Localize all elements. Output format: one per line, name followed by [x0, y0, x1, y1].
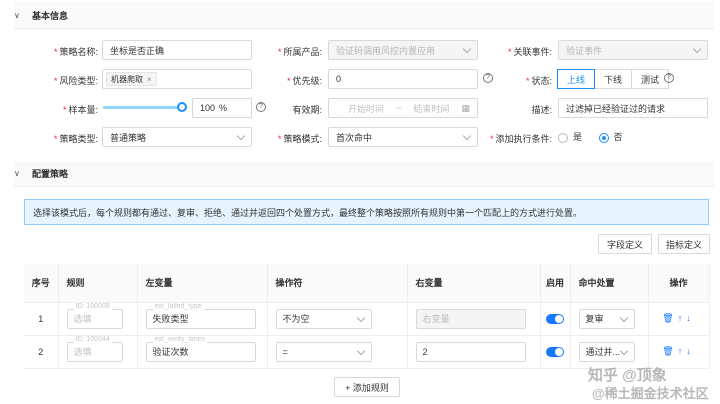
section-title: 配置策略: [32, 169, 69, 179]
col-header-right-var: 右变量: [407, 264, 541, 303]
arrow-down-icon[interactable]: ↓: [686, 313, 691, 323]
validity-range-picker[interactable]: 开始时间 ~ 结束时间 ▦: [328, 98, 478, 118]
col-header-action: 命中处置: [570, 264, 649, 303]
status-segmented[interactable]: 上线 下线 测试: [557, 69, 670, 89]
arrow-up-icon[interactable]: ↑: [678, 313, 683, 323]
calendar-icon: ▦: [461, 102, 470, 113]
chevron-down-icon: ∨: [14, 169, 20, 178]
chevron-down-icon: [619, 313, 628, 322]
hit-action-select[interactable]: 通过并...: [578, 341, 635, 362]
strategy-type-label: * 策略类型:: [53, 134, 98, 144]
chevron-down-icon: [692, 44, 702, 54]
col-header-operator: 操作符: [267, 264, 408, 303]
arrow-up-icon[interactable]: ↑: [678, 346, 683, 356]
col-header-index: 序号: [24, 264, 59, 303]
trash-icon[interactable]: 🗑: [662, 346, 673, 356]
col-header-ops: 操作: [648, 264, 710, 303]
status-label: * 状态:: [525, 76, 552, 86]
field-definition-button[interactable]: 字段定义: [598, 234, 652, 254]
status-offline-option[interactable]: 下线: [594, 69, 633, 89]
rule-input[interactable]: ID: 100044 选填: [66, 335, 123, 362]
condition-label: * 添加执行条件:: [489, 134, 552, 144]
table-row: 1 ID: 100008 选填 ext_failed_type 失败类型 不为空 右…: [24, 302, 710, 336]
strategy-mode-label: * 策略模式:: [277, 134, 322, 144]
radio-yes[interactable]: [558, 132, 568, 143]
radio-no-label: 否: [613, 132, 623, 142]
watermark-zhihu: 知乎 @顶象: [588, 367, 667, 384]
chevron-down-icon: [462, 131, 472, 141]
chevron-down-icon: [619, 346, 628, 355]
left-var-hint: ext_verify_times: [152, 335, 208, 343]
left-var-input[interactable]: ext_failed_type 失败类型: [145, 302, 256, 329]
left-var-input[interactable]: ext_verify_times 验证次数: [145, 335, 256, 362]
col-header-left-var: 左变量: [137, 264, 268, 303]
chevron-down-icon: [462, 44, 472, 54]
radio-no[interactable]: [598, 132, 609, 143]
chevron-down-icon: [236, 131, 246, 141]
priority-label: * 优先级:: [286, 76, 322, 86]
event-select[interactable]: 验证事件: [558, 40, 708, 60]
chevron-down-icon: [356, 313, 365, 322]
section-config-header[interactable]: ∨ 配置策略: [14, 161, 714, 187]
chevron-down-icon: ∨: [14, 11, 20, 20]
col-header-enabled: 启用: [540, 264, 571, 303]
watermark-juejin: @稀土掘金技术社区: [592, 386, 709, 401]
enable-toggle[interactable]: [546, 346, 564, 357]
row-index: 2: [24, 335, 59, 369]
product-select[interactable]: 验证码调用风控内置应用: [328, 40, 478, 60]
chevron-down-icon: [356, 346, 365, 355]
sample-label: * 样本量:: [62, 105, 98, 115]
hit-action-select[interactable]: 复审: [578, 308, 635, 329]
risk-type-label: * 风险类型:: [53, 76, 98, 86]
radio-yes-label: 是: [573, 132, 583, 142]
col-header-rule: 规则: [58, 264, 138, 303]
arrow-down-icon[interactable]: ↓: [686, 346, 691, 356]
info-alert-text: 选择该模式后，每个规则都有通过、复审、拒绝、通过并返回四个处置方式，最终整个策略…: [33, 207, 583, 218]
desc-input[interactable]: 过滤掉已经验证过的请求: [558, 98, 708, 118]
start-time-input[interactable]: 开始时间: [348, 102, 384, 115]
rules-table: 序号 规则 左变量 操作符 右变量 启用 命中处置 操作 1 ID: 10000…: [24, 264, 710, 369]
metric-definition-button[interactable]: 指标定义: [658, 234, 710, 254]
sample-slider-track[interactable]: [103, 106, 181, 109]
validity-label: 有效期:: [292, 105, 322, 115]
enable-toggle[interactable]: [546, 313, 564, 324]
right-var-input[interactable]: 2: [415, 341, 526, 362]
rule-input[interactable]: ID: 100008 选填: [66, 302, 123, 329]
strategy-type-select[interactable]: 普通策略: [102, 127, 252, 147]
risk-type-tag: 机器爬取 ×: [106, 72, 157, 86]
priority-input[interactable]: 0: [328, 69, 478, 89]
rule-id-label: ID: 100044: [73, 335, 112, 343]
section-basic-info-header[interactable]: ∨ 基本信息: [14, 3, 714, 29]
status-online-option[interactable]: 上线: [557, 69, 596, 89]
condition-radio-group[interactable]: 是 否: [558, 130, 623, 143]
strategy-mode-select[interactable]: 首次命中: [328, 127, 478, 147]
range-separator: ~: [396, 103, 402, 113]
row-index: 1: [24, 302, 59, 336]
add-rule-button[interactable]: + 添加规则: [334, 377, 400, 397]
strategy-name-input[interactable]: 坐标是否正确: [102, 40, 252, 60]
operator-select[interactable]: =: [275, 341, 372, 362]
operator-select[interactable]: 不为空: [275, 308, 372, 329]
product-label: * 所属产品:: [277, 47, 322, 57]
desc-label: 描述:: [531, 105, 552, 115]
end-time-input[interactable]: 结束时间: [413, 102, 449, 115]
sample-input[interactable]: 100%: [192, 98, 252, 118]
sample-unit: %: [219, 103, 228, 113]
strategy-name-label: * 策略名称:: [53, 47, 98, 57]
close-icon[interactable]: ×: [147, 75, 152, 84]
trash-icon[interactable]: 🗑: [662, 313, 673, 323]
sample-slider-handle[interactable]: [177, 102, 187, 112]
info-alert: 选择该模式后，每个规则都有通过、复审、拒绝、通过并返回四个处置方式，最终整个策略…: [24, 199, 709, 225]
right-var-input[interactable]: 右变量: [415, 308, 526, 329]
rule-id-label: ID: 100008: [73, 302, 112, 310]
event-label: * 关联事件:: [507, 47, 552, 57]
help-icon[interactable]: ?: [664, 73, 674, 83]
left-var-hint: ext_failed_type: [152, 302, 204, 310]
risk-type-select[interactable]: 机器爬取 ×: [102, 69, 252, 89]
section-title: 基本信息: [32, 11, 69, 21]
